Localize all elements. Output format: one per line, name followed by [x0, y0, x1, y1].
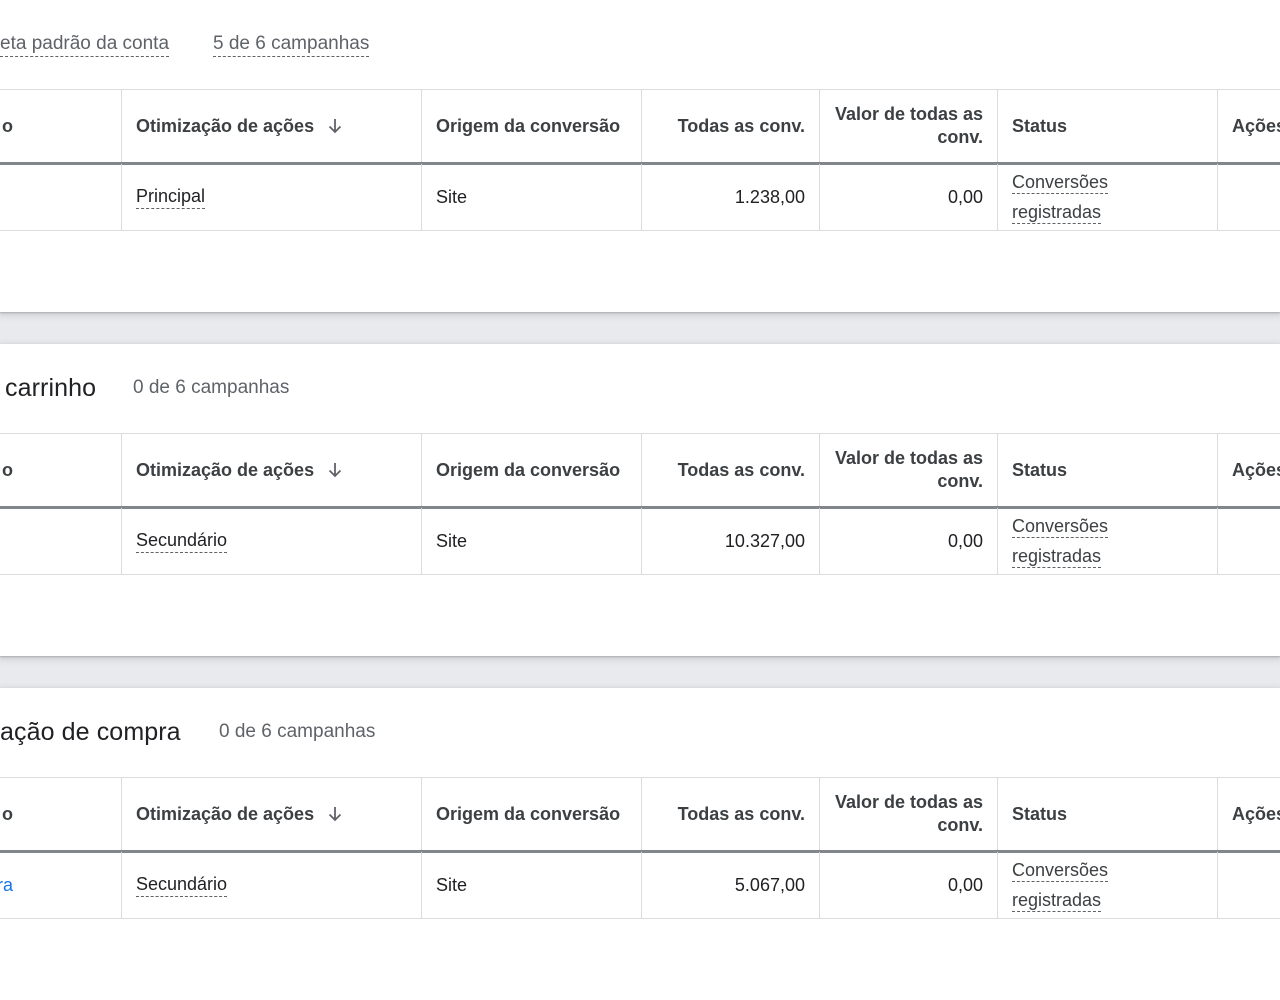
- row-actions: [1217, 508, 1280, 574]
- status-line-1[interactable]: Conversões: [1012, 860, 1109, 882]
- row-all-conv: 5.067,00: [641, 852, 819, 918]
- row-value: 0,00: [819, 508, 997, 574]
- column-header-name[interactable]: o: [0, 778, 120, 850]
- column-header-origin[interactable]: Origem da conversão: [421, 434, 641, 506]
- optimization-value[interactable]: Secundário: [136, 874, 228, 897]
- card-header: carrinho 0 de 6 campanhas: [0, 344, 1280, 432]
- column-header-all-conv[interactable]: Todas as conv.: [641, 434, 819, 506]
- row-status-cell: Conversões registradas: [997, 508, 1217, 574]
- column-header-actions[interactable]: Ações: [1217, 778, 1280, 850]
- row-actions: [1217, 852, 1280, 918]
- row-all-conv: 1.238,00: [641, 164, 819, 230]
- optimization-value[interactable]: Principal: [136, 186, 206, 209]
- status-line-2[interactable]: registradas: [1012, 202, 1102, 224]
- goal-title: ação de compra: [0, 718, 181, 746]
- row-name-link[interactable]: mpra: [0, 852, 120, 918]
- table-header-row: o Otimização de ações Origem da conversã…: [0, 433, 1280, 509]
- column-header-origin[interactable]: Origem da conversão: [421, 90, 641, 162]
- conversion-action-link[interactable]: mpra: [0, 875, 13, 896]
- conversion-goal-card-1: eta padrão da conta 5 de 6 campanhas o O…: [0, 0, 1280, 312]
- table-header-row: o Otimização de ações Origem da conversã…: [0, 89, 1280, 165]
- column-header-optimization[interactable]: Otimização de ações: [121, 90, 421, 162]
- arrow-downward-icon[interactable]: [326, 461, 344, 479]
- row-actions: [1217, 164, 1280, 230]
- column-header-actions[interactable]: Ações: [1217, 434, 1280, 506]
- column-header-optimization[interactable]: Otimização de ações: [121, 434, 421, 506]
- column-header-all-conv[interactable]: Todas as conv.: [641, 778, 819, 850]
- column-header-name[interactable]: o: [0, 90, 120, 162]
- row-status-cell: Conversões registradas: [997, 164, 1217, 230]
- row-value: 0,00: [819, 852, 997, 918]
- column-header-origin[interactable]: Origem da conversão: [421, 778, 641, 850]
- status-line-1[interactable]: Conversões: [1012, 172, 1109, 194]
- arrow-downward-icon[interactable]: [326, 805, 344, 823]
- status-line-1[interactable]: Conversões: [1012, 516, 1109, 538]
- row-name[interactable]: [0, 164, 120, 230]
- arrow-downward-icon[interactable]: [326, 117, 344, 135]
- row-origin: Site: [421, 164, 641, 230]
- table-header-row: o Otimização de ações Origem da conversã…: [0, 777, 1280, 853]
- table-row: mpra Secundário Site 5.067,00 0,00 Conve…: [0, 852, 1280, 919]
- campaign-count[interactable]: 0 de 6 campanhas: [133, 377, 289, 399]
- column-header-value[interactable]: Valor de todas as conv.: [819, 434, 997, 506]
- column-header-value[interactable]: Valor de todas as conv.: [819, 90, 997, 162]
- optimization-value[interactable]: Secundário: [136, 530, 228, 553]
- column-header-name[interactable]: o: [0, 434, 120, 506]
- column-header-status[interactable]: Status: [997, 778, 1217, 850]
- column-header-optimization[interactable]: Otimização de ações: [121, 778, 421, 850]
- column-header-value[interactable]: Valor de todas as conv.: [819, 778, 997, 850]
- campaign-count[interactable]: 5 de 6 campanhas: [213, 33, 370, 57]
- row-optimization-cell: Principal: [121, 164, 421, 230]
- row-name[interactable]: [0, 508, 120, 574]
- column-header-label: Otimização de ações: [136, 459, 315, 480]
- row-optimization-cell: Secundário: [121, 852, 421, 918]
- status-line-2[interactable]: registradas: [1012, 890, 1102, 912]
- conversion-goal-card-3: ação de compra 0 de 6 campanhas o Otimiz…: [0, 688, 1280, 1000]
- row-status-cell: Conversões registradas: [997, 852, 1217, 918]
- goal-type-label[interactable]: eta padrão da conta: [0, 33, 170, 57]
- conversion-goal-card-2: carrinho 0 de 6 campanhas o Otimização d…: [0, 344, 1280, 656]
- row-optimization-cell: Secundário: [121, 508, 421, 574]
- status-line-2[interactable]: registradas: [1012, 546, 1102, 568]
- card-header: eta padrão da conta 5 de 6 campanhas: [0, 0, 1280, 88]
- card-header: ação de compra 0 de 6 campanhas: [0, 688, 1280, 776]
- column-header-actions[interactable]: Ações: [1217, 90, 1280, 162]
- campaign-count[interactable]: 0 de 6 campanhas: [219, 721, 375, 743]
- goal-title: carrinho: [5, 374, 97, 402]
- column-header-status[interactable]: Status: [997, 434, 1217, 506]
- column-header-label: Otimização de ações: [136, 115, 315, 136]
- row-origin: Site: [421, 508, 641, 574]
- table-row: Principal Site 1.238,00 0,00 Conversões …: [0, 164, 1280, 231]
- column-header-all-conv[interactable]: Todas as conv.: [641, 90, 819, 162]
- row-origin: Site: [421, 852, 641, 918]
- row-value: 0,00: [819, 164, 997, 230]
- column-header-label: Otimização de ações: [136, 803, 315, 824]
- table-row: Secundário Site 10.327,00 0,00 Conversõe…: [0, 508, 1280, 575]
- column-header-status[interactable]: Status: [997, 90, 1217, 162]
- row-all-conv: 10.327,00: [641, 508, 819, 574]
